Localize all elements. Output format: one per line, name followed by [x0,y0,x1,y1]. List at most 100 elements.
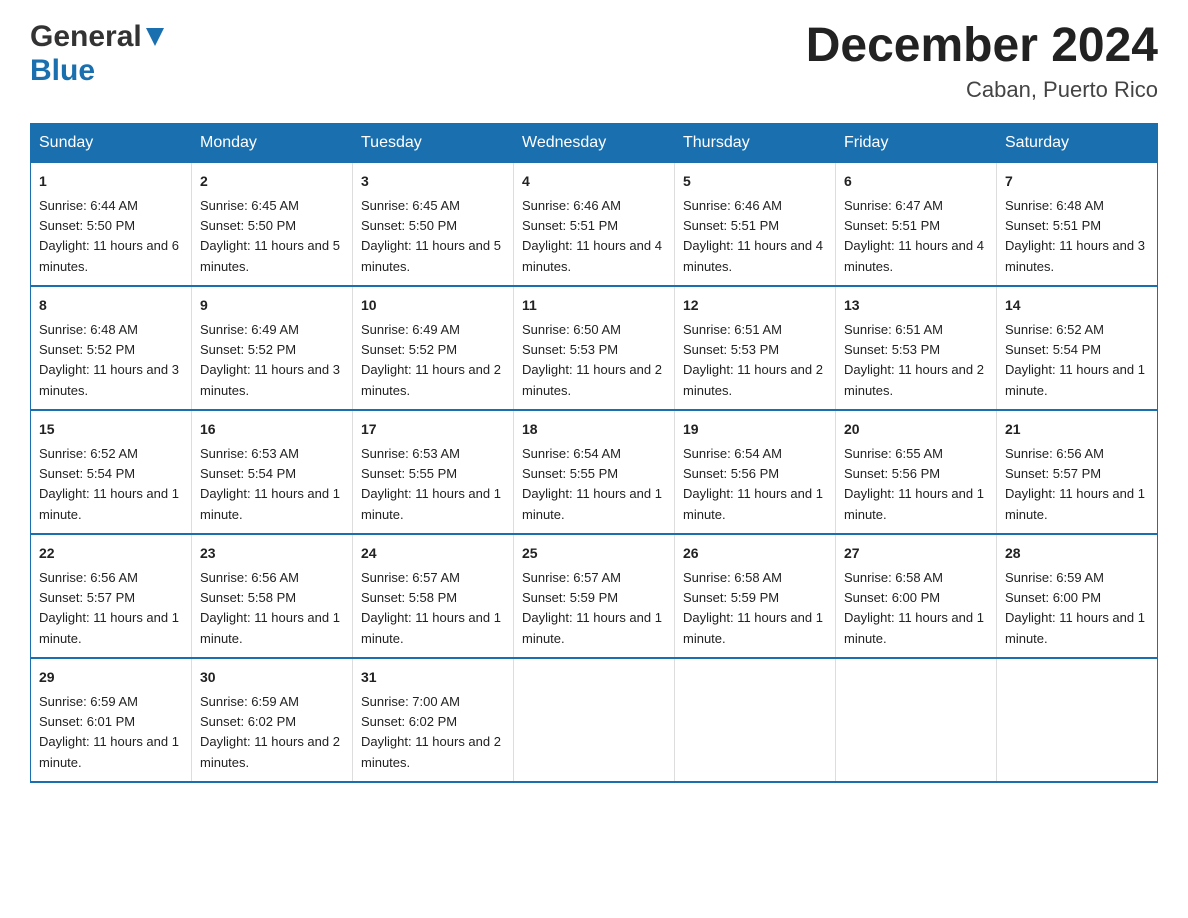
day-number: 29 [39,667,183,688]
calendar-week-2: 8Sunrise: 6:48 AMSunset: 5:52 PMDaylight… [31,286,1158,410]
table-row: 8Sunrise: 6:48 AMSunset: 5:52 PMDaylight… [31,286,192,410]
table-row: 26 Sunrise: 6:58 AMSunset: 5:59 PMDayligh… [675,534,836,658]
table-row: 18 Sunrise: 6:54 AMSunset: 5:55 PMDayligh… [514,410,675,534]
table-row: 2 Sunrise: 6:45 AMSunset: 5:50 PMDaylight… [192,162,353,286]
day-info: Sunrise: 6:51 AMSunset: 5:53 PMDaylight:… [844,322,984,398]
day-info: Sunrise: 6:54 AMSunset: 5:55 PMDaylight:… [522,446,662,522]
day-info: Sunrise: 6:59 AMSunset: 6:02 PMDaylight:… [200,694,340,770]
table-row: 13 Sunrise: 6:51 AMSunset: 5:53 PMDayligh… [836,286,997,410]
logo: General Blue [30,20,164,88]
table-row: 14 Sunrise: 6:52 AMSunset: 5:54 PMDayligh… [997,286,1158,410]
day-info: Sunrise: 6:56 AMSunset: 5:58 PMDaylight:… [200,570,340,646]
day-number: 5 [683,171,827,192]
calendar-table: Sunday Monday Tuesday Wednesday Thursday… [30,123,1158,783]
table-row: 23 Sunrise: 6:56 AMSunset: 5:58 PMDayligh… [192,534,353,658]
day-info: Sunrise: 6:52 AMSunset: 5:54 PMDaylight:… [39,446,179,522]
col-tuesday: Tuesday [353,123,514,162]
day-info: Sunrise: 6:57 AMSunset: 5:59 PMDaylight:… [522,570,662,646]
table-row: 1 Sunrise: 6:44 AMSunset: 5:50 PMDaylight… [31,162,192,286]
table-row: 16Sunrise: 6:53 AMSunset: 5:54 PMDayligh… [192,410,353,534]
table-row: 10 Sunrise: 6:49 AMSunset: 5:52 PMDayligh… [353,286,514,410]
day-number: 20 [844,419,988,440]
table-row [836,658,997,782]
day-number: 4 [522,171,666,192]
day-number: 10 [361,295,505,316]
day-info: Sunrise: 6:59 AMSunset: 6:00 PMDaylight:… [1005,570,1145,646]
table-row [514,658,675,782]
calendar-week-4: 22Sunrise: 6:56 AMSunset: 5:57 PMDayligh… [31,534,1158,658]
col-monday: Monday [192,123,353,162]
day-number: 30 [200,667,344,688]
day-info: Sunrise: 6:57 AMSunset: 5:58 PMDaylight:… [361,570,501,646]
table-row [675,658,836,782]
table-row [997,658,1158,782]
col-saturday: Saturday [997,123,1158,162]
day-info: Sunrise: 6:45 AMSunset: 5:50 PMDaylight:… [361,198,501,274]
day-number: 18 [522,419,666,440]
day-number: 1 [39,171,183,192]
table-row: 31 Sunrise: 7:00 AMSunset: 6:02 PMDayligh… [353,658,514,782]
logo-general-text: General [30,20,142,54]
day-info: Sunrise: 6:51 AMSunset: 5:53 PMDaylight:… [683,322,823,398]
day-number: 6 [844,171,988,192]
table-row: 15Sunrise: 6:52 AMSunset: 5:54 PMDayligh… [31,410,192,534]
table-row: 5 Sunrise: 6:46 AMSunset: 5:51 PMDaylight… [675,162,836,286]
logo-blue-text: Blue [30,54,95,87]
calendar-body: 1 Sunrise: 6:44 AMSunset: 5:50 PMDaylight… [31,162,1158,782]
day-info: Sunrise: 6:55 AMSunset: 5:56 PMDaylight:… [844,446,984,522]
table-row: 6Sunrise: 6:47 AMSunset: 5:51 PMDaylight… [836,162,997,286]
calendar-subtitle: Caban, Puerto Rico [806,77,1158,103]
table-row: 7 Sunrise: 6:48 AMSunset: 5:51 PMDaylight… [997,162,1158,286]
day-info: Sunrise: 6:48 AMSunset: 5:52 PMDaylight:… [39,322,179,398]
table-row: 30 Sunrise: 6:59 AMSunset: 6:02 PMDayligh… [192,658,353,782]
day-info: Sunrise: 6:48 AMSunset: 5:51 PMDaylight:… [1005,198,1145,274]
day-number: 21 [1005,419,1149,440]
day-number: 23 [200,543,344,564]
table-row: 21 Sunrise: 6:56 AMSunset: 5:57 PMDayligh… [997,410,1158,534]
table-row: 4Sunrise: 6:46 AMSunset: 5:51 PMDaylight… [514,162,675,286]
day-number: 31 [361,667,505,688]
day-number: 25 [522,543,666,564]
table-row: 28Sunrise: 6:59 AMSunset: 6:00 PMDayligh… [997,534,1158,658]
table-row: 25 Sunrise: 6:57 AMSunset: 5:59 PMDayligh… [514,534,675,658]
day-number: 7 [1005,171,1149,192]
day-number: 9 [200,295,344,316]
day-number: 26 [683,543,827,564]
table-row: 22Sunrise: 6:56 AMSunset: 5:57 PMDayligh… [31,534,192,658]
day-info: Sunrise: 6:54 AMSunset: 5:56 PMDaylight:… [683,446,823,522]
calendar-title-block: December 2024 Caban, Puerto Rico [806,20,1158,103]
day-number: 2 [200,171,344,192]
table-row: 19 Sunrise: 6:54 AMSunset: 5:56 PMDayligh… [675,410,836,534]
day-info: Sunrise: 6:53 AMSunset: 5:55 PMDaylight:… [361,446,501,522]
day-number: 13 [844,295,988,316]
calendar-week-3: 15Sunrise: 6:52 AMSunset: 5:54 PMDayligh… [31,410,1158,534]
calendar-header: Sunday Monday Tuesday Wednesday Thursday… [31,123,1158,162]
day-number: 3 [361,171,505,192]
day-info: Sunrise: 6:58 AMSunset: 6:00 PMDaylight:… [844,570,984,646]
day-info: Sunrise: 6:46 AMSunset: 5:51 PMDaylight:… [683,198,823,274]
day-info: Sunrise: 6:44 AMSunset: 5:50 PMDaylight:… [39,198,179,274]
col-wednesday: Wednesday [514,123,675,162]
day-info: Sunrise: 6:52 AMSunset: 5:54 PMDaylight:… [1005,322,1145,398]
day-info: Sunrise: 6:45 AMSunset: 5:50 PMDaylight:… [200,198,340,274]
col-friday: Friday [836,123,997,162]
table-row: 17 Sunrise: 6:53 AMSunset: 5:55 PMDayligh… [353,410,514,534]
day-info: Sunrise: 7:00 AMSunset: 6:02 PMDaylight:… [361,694,501,770]
day-number: 11 [522,295,666,316]
day-number: 19 [683,419,827,440]
calendar-title: December 2024 [806,20,1158,73]
calendar-week-5: 29 Sunrise: 6:59 AMSunset: 6:01 PMDayligh… [31,658,1158,782]
col-thursday: Thursday [675,123,836,162]
col-sunday: Sunday [31,123,192,162]
table-row: 24Sunrise: 6:57 AMSunset: 5:58 PMDayligh… [353,534,514,658]
table-row: 12Sunrise: 6:51 AMSunset: 5:53 PMDayligh… [675,286,836,410]
day-info: Sunrise: 6:59 AMSunset: 6:01 PMDaylight:… [39,694,179,770]
day-number: 14 [1005,295,1149,316]
day-info: Sunrise: 6:58 AMSunset: 5:59 PMDaylight:… [683,570,823,646]
day-info: Sunrise: 6:56 AMSunset: 5:57 PMDaylight:… [1005,446,1145,522]
day-number: 22 [39,543,183,564]
day-number: 17 [361,419,505,440]
table-row: 11Sunrise: 6:50 AMSunset: 5:53 PMDayligh… [514,286,675,410]
day-info: Sunrise: 6:49 AMSunset: 5:52 PMDaylight:… [361,322,501,398]
logo-arrow-icon [146,28,164,51]
